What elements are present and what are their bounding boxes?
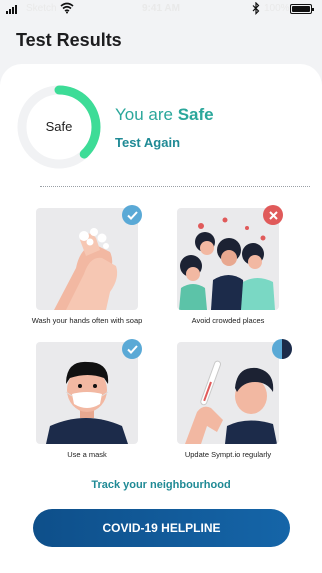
track-neighbourhood-link[interactable]: Track your neighbourhood xyxy=(0,479,322,491)
tip-label-use-mask: Use a mask xyxy=(67,450,107,459)
tip-card-crowded-places[interactable] xyxy=(177,208,279,310)
half-shield-icon xyxy=(272,339,292,359)
tip-label-update-app: Update Sympt.io regularly xyxy=(184,450,272,459)
tip-label-crowded-places: Avoid crowded places xyxy=(191,316,265,325)
test-again-link[interactable]: Test Again xyxy=(115,135,180,150)
safety-status: You are Safe xyxy=(115,105,214,125)
mask-illustration xyxy=(46,361,128,444)
tip-label-wash-hands: Wash your hands often with soap xyxy=(31,316,143,325)
thermometer-illustration xyxy=(185,360,277,444)
page-title: Test Results xyxy=(16,30,122,50)
battery-percent: 100% xyxy=(264,3,290,14)
divider xyxy=(40,186,310,187)
crowd-illustration xyxy=(179,217,275,310)
tip-card-wash-hands[interactable] xyxy=(36,208,138,310)
bluetooth-icon xyxy=(252,2,260,15)
safety-status-prefix: You are xyxy=(115,105,178,124)
covid-helpline-button[interactable]: COVID-19 HELPLINE xyxy=(33,509,290,547)
safety-status-value: Safe xyxy=(177,105,214,124)
status-bar: Sketch 9:41 AM 100% xyxy=(0,0,322,20)
check-icon xyxy=(122,339,142,359)
battery-icon xyxy=(290,4,314,14)
check-icon xyxy=(122,205,142,225)
wash-hands-illustration xyxy=(54,228,118,310)
cross-icon xyxy=(263,205,283,225)
tip-card-use-mask[interactable] xyxy=(36,342,138,444)
tip-card-update-app[interactable] xyxy=(177,342,279,444)
gauge-label: Safe xyxy=(45,119,73,134)
